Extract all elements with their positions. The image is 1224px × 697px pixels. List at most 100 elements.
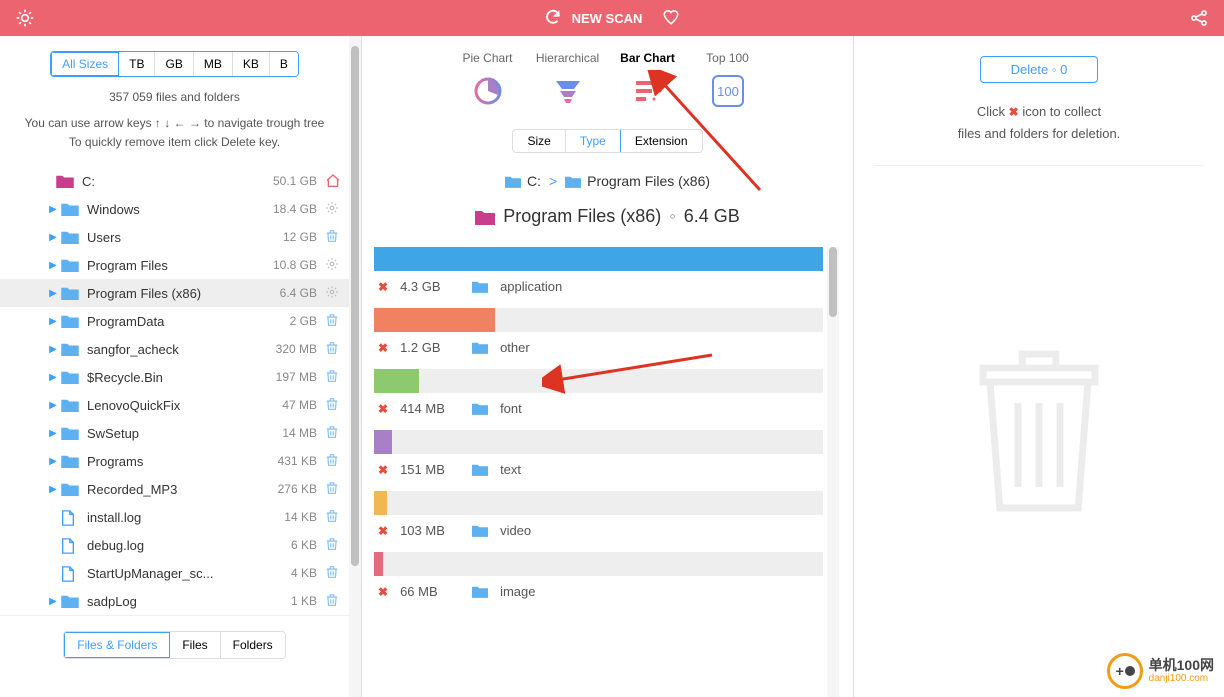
tree-row[interactable]: ▶sangfor_acheck320 MB — [0, 335, 349, 363]
view-tab-top-100[interactable]: Top 100100 — [693, 51, 763, 109]
tree-row[interactable]: ▶Program Files10.8 GB — [0, 251, 349, 279]
tree-item-size: 50.1 GB — [273, 174, 317, 188]
delete-x-icon[interactable]: ✖ — [378, 524, 388, 538]
delete-x-icon[interactable]: ✖ — [378, 341, 388, 355]
trash-illustration — [874, 346, 1204, 519]
size-filter-group: All SizesTBGBMBKBB — [0, 36, 349, 85]
view-tab-pie-chart[interactable]: Pie Chart — [453, 51, 523, 109]
size-filter-all-sizes[interactable]: All Sizes — [51, 52, 119, 76]
tree-item-size: 431 KB — [278, 454, 317, 468]
gear-icon[interactable] — [325, 285, 341, 301]
group-tab-type[interactable]: Type — [566, 130, 621, 152]
trash-icon[interactable] — [325, 425, 341, 441]
sidebar-scrollbar[interactable] — [349, 36, 361, 697]
tree-item-size: 4 KB — [291, 566, 317, 580]
tree-row[interactable]: ▶LenovoQuickFix47 MB — [0, 391, 349, 419]
folder-icon — [61, 342, 79, 356]
new-scan-button[interactable]: NEW SCAN — [572, 11, 643, 26]
tree-row[interactable]: ▶$Recycle.Bin197 MB — [0, 363, 349, 391]
view-tab-hierarchical[interactable]: Hierarchical — [533, 51, 603, 109]
group-tab-size[interactable]: Size — [513, 130, 565, 152]
refresh-icon[interactable] — [544, 8, 562, 29]
bar-row[interactable]: ✖151 MBtext — [374, 430, 823, 487]
chart-scrollbar[interactable] — [827, 247, 839, 697]
folder-icon — [61, 482, 79, 496]
chevron-right-icon[interactable]: ▶ — [45, 232, 61, 243]
trash-icon[interactable] — [325, 481, 341, 497]
trash-icon[interactable] — [325, 397, 341, 413]
chevron-right-icon[interactable]: ▶ — [45, 260, 61, 271]
size-filter-b[interactable]: B — [270, 52, 298, 76]
content-filter-files-folders[interactable]: Files & Folders — [64, 632, 170, 658]
delete-x-icon[interactable]: ✖ — [378, 280, 388, 294]
breadcrumb-separator: > — [549, 173, 557, 189]
breadcrumb-item[interactable]: Program Files (x86) — [565, 173, 710, 189]
tree-row[interactable]: ▶sadpLog1 KB — [0, 587, 349, 615]
tree-row[interactable]: ▶SwSetup14 MB — [0, 419, 349, 447]
bar-row[interactable]: ✖103 MBvideo — [374, 491, 823, 548]
app-header: NEW SCAN — [0, 0, 1224, 36]
settings-icon[interactable] — [15, 8, 35, 31]
delete-button[interactable]: Delete ◦ 0 — [980, 56, 1099, 83]
home-icon[interactable] — [325, 173, 341, 189]
bar-row[interactable]: ✖1.2 GBother — [374, 308, 823, 365]
tree-item-label: Recorded_MP3 — [87, 482, 278, 497]
chevron-right-icon[interactable]: ▶ — [45, 204, 61, 215]
trash-icon[interactable] — [325, 537, 341, 553]
size-filter-mb[interactable]: MB — [194, 52, 233, 76]
group-tab-extension[interactable]: Extension — [621, 130, 702, 152]
breadcrumb-item[interactable]: C: — [505, 173, 541, 189]
chevron-right-icon[interactable]: ▶ — [45, 484, 61, 495]
tree-row[interactable]: ▶Recorded_MP3276 KB — [0, 475, 349, 503]
chevron-right-icon[interactable]: ▶ — [45, 428, 61, 439]
bar-name-label: other — [500, 340, 530, 355]
delete-x-icon[interactable]: ✖ — [378, 463, 388, 477]
bar-track — [374, 308, 823, 332]
chevron-right-icon[interactable]: ▶ — [45, 372, 61, 383]
heart-icon[interactable] — [662, 8, 680, 29]
trash-icon[interactable] — [325, 341, 341, 357]
tree-row[interactable]: ▶ProgramData2 GB — [0, 307, 349, 335]
tree-row[interactable]: ▶Windows18.4 GB — [0, 195, 349, 223]
trash-icon[interactable] — [325, 313, 341, 329]
tree-row[interactable]: ▶Program Files (x86)6.4 GB — [0, 279, 349, 307]
tree-row[interactable]: ▶C:50.1 GB — [0, 167, 349, 195]
tree-item-label: Program Files (x86) — [87, 286, 280, 301]
tree-item-size: 14 MB — [282, 426, 317, 440]
gear-icon[interactable] — [325, 257, 341, 273]
content-filter-files[interactable]: Files — [170, 632, 220, 658]
chevron-right-icon[interactable]: ▶ — [45, 316, 61, 327]
delete-x-icon[interactable]: ✖ — [378, 585, 388, 599]
trash-icon[interactable] — [325, 593, 341, 609]
share-icon[interactable] — [1189, 8, 1209, 31]
tree-row[interactable]: ▶debug.log6 KB — [0, 531, 349, 559]
trash-icon[interactable] — [325, 453, 341, 469]
bar-row[interactable]: ✖4.3 GBapplication — [374, 247, 823, 304]
content-filter-folders[interactable]: Folders — [221, 632, 285, 658]
bar-chart-area: ✖4.3 GBapplication✖1.2 GBother✖414 MBfon… — [362, 247, 853, 697]
bar-fill — [374, 552, 383, 576]
delete-x-icon[interactable]: ✖ — [378, 402, 388, 416]
folder-icon — [61, 370, 79, 384]
tree-row[interactable]: ▶install.log14 KB — [0, 503, 349, 531]
chevron-right-icon[interactable]: ▶ — [45, 344, 61, 355]
trash-icon[interactable] — [325, 369, 341, 385]
trash-icon[interactable] — [325, 565, 341, 581]
size-filter-kb[interactable]: KB — [233, 52, 270, 76]
chevron-right-icon[interactable]: ▶ — [45, 400, 61, 411]
bar-row[interactable]: ✖66 MBimage — [374, 552, 823, 609]
size-filter-tb[interactable]: TB — [119, 52, 155, 76]
tree-row[interactable]: ▶Users12 GB — [0, 223, 349, 251]
size-filter-gb[interactable]: GB — [155, 52, 193, 76]
chevron-right-icon[interactable]: ▶ — [45, 288, 61, 299]
chevron-right-icon[interactable]: ▶ — [45, 456, 61, 467]
tree-row[interactable]: ▶Programs431 KB — [0, 447, 349, 475]
tree-item-label: Program Files — [87, 258, 273, 273]
view-tab-bar-chart[interactable]: Bar Chart — [613, 51, 683, 109]
bar-row[interactable]: ✖414 MBfont — [374, 369, 823, 426]
trash-icon[interactable] — [325, 509, 341, 525]
trash-icon[interactable] — [325, 229, 341, 245]
tree-row[interactable]: ▶StartUpManager_sc...4 KB — [0, 559, 349, 587]
gear-icon[interactable] — [325, 201, 341, 217]
chevron-right-icon[interactable]: ▶ — [45, 596, 61, 607]
